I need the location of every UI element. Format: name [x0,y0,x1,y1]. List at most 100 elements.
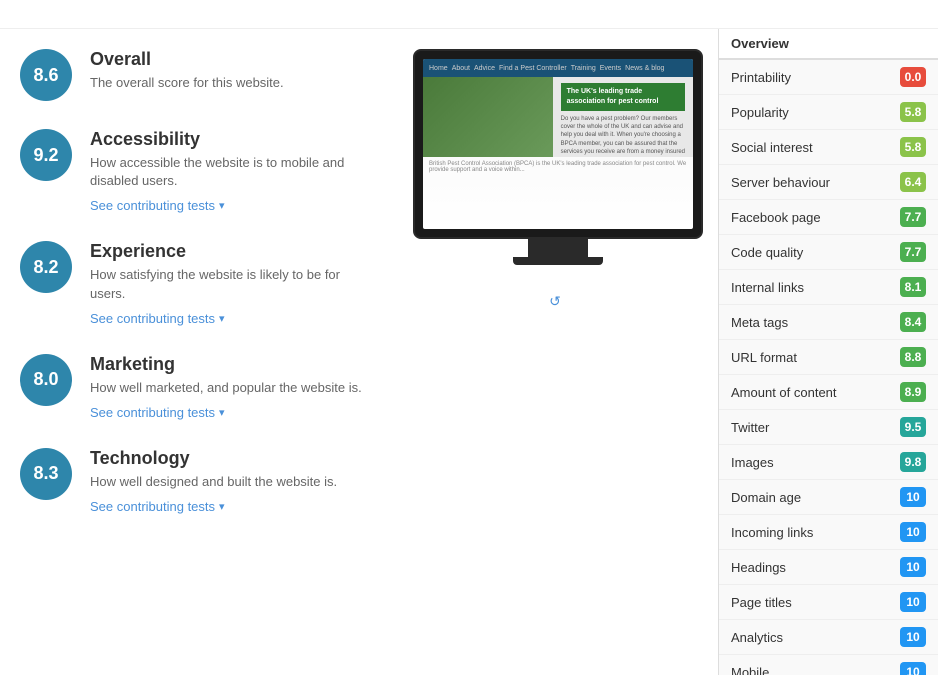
sidebar-item-meta-tags[interactable]: Meta tags 8.4 [719,305,938,340]
retest-button[interactable]: ↺ [549,293,567,310]
nav-link: Advice [474,65,495,72]
sidebar-item-label: Facebook page [731,210,821,225]
sidebar-item-incoming-links[interactable]: Incoming links 10 [719,515,938,550]
see-contributing-technology[interactable]: See contributing tests [90,499,337,514]
score-info-accessibility: AccessibilityHow accessible the website … [90,129,378,213]
sidebar-item-popularity[interactable]: Popularity 5.8 [719,95,938,130]
sidebar-item-label: Page titles [731,595,792,610]
sidebar-item-internal-links[interactable]: Internal links 8.1 [719,270,938,305]
center-panel: Home About Advice Find a Pest Controller… [398,29,718,675]
sidebar-item-headings[interactable]: Headings 10 [719,550,938,585]
retest-icon: ↺ [549,293,561,310]
nav-link: Events [600,65,621,72]
see-contributing-experience[interactable]: See contributing tests [90,311,378,326]
monitor: Home About Advice Find a Pest Controller… [413,49,703,239]
sidebar-badge: 5.8 [900,102,926,122]
nav-link: Training [571,65,596,72]
score-section-overall: 8.6 Overall The overall score for this web… [20,49,378,101]
sidebar-item-domain-age[interactable]: Domain age 10 [719,480,938,515]
nav-link: About [452,65,470,72]
sidebar-item-label: Printability [731,70,791,85]
nav-link: Home [429,65,448,72]
sidebar-badge: 8.1 [900,277,926,297]
sidebar-badge: 7.7 [900,207,926,227]
score-info-technology: TechnologyHow well designed and built th… [90,448,337,514]
see-contributing-accessibility[interactable]: See contributing tests [90,198,378,213]
sidebar-item-url-format[interactable]: URL format8.8 [719,340,938,375]
sidebar-item-printability[interactable]: Printability 0.0 [719,60,938,95]
sidebar-item-label: Overview [731,36,789,51]
sidebar-badge: 7.7 [900,242,926,262]
sidebar-item-label: Twitter [731,420,769,435]
sidebar-badge: 0.0 [900,67,926,87]
sidebar-badge: 10 [900,522,926,542]
monitor-stand [528,239,588,257]
sidebar-item-label: Mobile [731,665,769,675]
preview-nav: Home About Advice Find a Pest Controller… [423,59,693,77]
score-info-overall: Overall The overall score for this websit… [90,49,284,92]
score-label-experience: Experience [90,241,378,262]
sidebar-item-label: Images [731,455,774,470]
left-panel: 8.6 Overall The overall score for this web… [0,29,398,675]
sidebar-item-code-quality[interactable]: Code quality 7.7 [719,235,938,270]
monitor-screen: Home About Advice Find a Pest Controller… [423,59,693,229]
sidebar-item-label: Internal links [731,280,804,295]
monitor-base [513,257,603,265]
score-circle-technology: 8.3 [20,448,72,500]
sidebar-item-twitter[interactable]: Twitter 9.5 [719,410,938,445]
sidebar-item-label: Domain age [731,490,801,505]
nav-link: News & blog [625,65,664,72]
sidebar-badge: 6.4 [900,172,926,192]
sidebar-badge: 9.5 [900,417,926,437]
sidebar-item-amount-of-content[interactable]: Amount of content 8.9 [719,375,938,410]
sidebar-item-images[interactable]: Images 9.8 [719,445,938,480]
sidebar-item-label: Popularity [731,105,789,120]
score-desc-overall: The overall score for this website. [90,74,284,92]
score-label-overall: Overall [90,49,284,70]
sidebar-item-analytics[interactable]: Analytics 10 [719,620,938,655]
score-circle-overall: 8.6 [20,49,72,101]
preview-hero: The UK's leading tradeassociation for pe… [423,77,693,157]
score-info-experience: Experience How satisfying the website is … [90,241,378,325]
score-label-accessibility: Accessibility [90,129,378,150]
sidebar-item-overview: Overview [719,29,938,60]
score-desc-experience: How satisfying the website is likely to … [90,266,378,302]
page-header [0,0,938,29]
see-contributing-marketing[interactable]: See contributing tests [90,405,362,420]
sidebar-item-label: Headings [731,560,786,575]
nav-link: Find a Pest Controller [499,65,567,72]
sidebar-item-page-titles[interactable]: Page titles 10 [719,585,938,620]
sidebar-badge: 9.8 [900,452,926,472]
preview-content: British Pest Control Association (BPCA) … [423,157,693,177]
score-section-technology: 8.3 TechnologyHow well designed and built… [20,448,378,514]
sidebar-badge: 10 [900,627,926,647]
score-desc-technology: How well designed and built the website … [90,473,337,491]
sidebar-item-label: Amount of content [731,385,837,400]
sidebar-item-label: Meta tags [731,315,788,330]
score-section-experience: 8.2ExperienceHow satisfying the website … [20,241,378,325]
sidebar-item-label: Incoming links [731,525,813,540]
main-content: 8.6 Overall The overall score for this web… [0,29,938,675]
sidebar-item-social-interest[interactable]: Social interest5.8 [719,130,938,165]
sidebar-item-facebook-page[interactable]: Facebook page 7.7 [719,200,938,235]
score-circle-marketing: 8.0 [20,354,72,406]
sidebar-badge: 10 [900,592,926,612]
sidebar-item-mobile[interactable]: Mobile 10 [719,655,938,675]
score-label-marketing: Marketing [90,354,362,375]
website-preview-container: Home About Advice Find a Pest Controller… [413,49,703,265]
sidebar-item-label: Social interest [731,140,813,155]
score-circle-accessibility: 9.2 [20,129,72,181]
sidebar-item-label: Analytics [731,630,783,645]
sidebar-badge: 8.4 [900,312,926,332]
sidebar-badge: 8.9 [900,382,926,402]
right-sidebar: Overview Printability 0.0 Popularity 5.8 Soci… [718,29,938,675]
sidebar-item-server-behaviour[interactable]: Server behaviour 6.4 [719,165,938,200]
sidebar-badge: 8.8 [900,347,926,367]
sidebar-badge: 10 [900,557,926,577]
sidebar-item-label: Code quality [731,245,803,260]
sidebar-item-label: Server behaviour [731,175,830,190]
sidebar-badge: 10 [900,662,926,675]
website-preview: Home About Advice Find a Pest Controller… [423,59,693,229]
sidebar-badge: 10 [900,487,926,507]
score-info-marketing: MarketingHow well marketed, and popular … [90,354,362,420]
